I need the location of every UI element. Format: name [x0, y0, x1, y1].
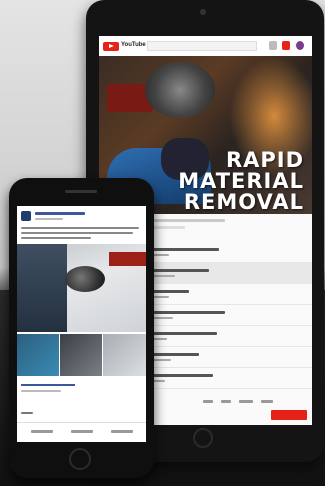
- phone-screen: [17, 206, 146, 442]
- youtube-header: YouTube: [99, 36, 312, 57]
- dislike-icon[interactable]: [221, 400, 231, 403]
- tablet-camera: [200, 9, 206, 15]
- post-link[interactable]: [21, 384, 75, 386]
- youtube-logo-icon: [103, 42, 119, 51]
- divider: [17, 422, 146, 423]
- youtube-wordmark: YouTube: [121, 42, 146, 48]
- notifications-icon[interactable]: [282, 41, 290, 50]
- post-photo-main[interactable]: [17, 244, 146, 332]
- worker-figure: [17, 244, 67, 332]
- post-photo-thumb[interactable]: [103, 334, 146, 376]
- search-input[interactable]: [147, 41, 257, 51]
- product-photo-scene: YouTube RAPID MATERIAL REMOVAL: [0, 0, 325, 486]
- like-button[interactable]: [31, 430, 53, 433]
- post-photo-thumb[interactable]: [60, 334, 102, 376]
- video-actions[interactable]: [203, 398, 303, 406]
- subscribe-button[interactable]: [271, 410, 307, 420]
- post-timestamp: [35, 218, 63, 220]
- page-avatar[interactable]: [21, 211, 31, 221]
- avatar[interactable]: [296, 41, 304, 50]
- phone-device: [9, 178, 154, 478]
- share-icon[interactable]: [239, 400, 253, 403]
- post-photo-thumb[interactable]: [17, 334, 59, 376]
- page-name[interactable]: [35, 212, 85, 215]
- video-title-line: MATERIAL: [178, 169, 304, 193]
- like-icon[interactable]: [203, 400, 213, 403]
- reaction-count: [21, 412, 33, 414]
- post-text-line: [21, 232, 133, 234]
- share-button[interactable]: [111, 430, 133, 433]
- upload-icon[interactable]: [269, 41, 277, 50]
- background-toolbox: [109, 252, 146, 266]
- video-title-overlay: RAPID MATERIAL REMOVAL: [178, 150, 304, 213]
- phone-home-button: [69, 448, 91, 470]
- post-text-line: [21, 237, 91, 239]
- post-link-caption: [21, 390, 61, 392]
- post-text-line: [21, 227, 139, 229]
- save-icon[interactable]: [261, 400, 273, 403]
- angle-grinder: [145, 62, 215, 118]
- comment-button[interactable]: [71, 430, 93, 433]
- sanding-tool: [65, 266, 105, 292]
- tablet-home-button: [193, 428, 213, 448]
- phone-speaker: [65, 190, 97, 193]
- video-title-line: REMOVAL: [183, 190, 304, 214]
- video-title-line: RAPID: [225, 148, 304, 172]
